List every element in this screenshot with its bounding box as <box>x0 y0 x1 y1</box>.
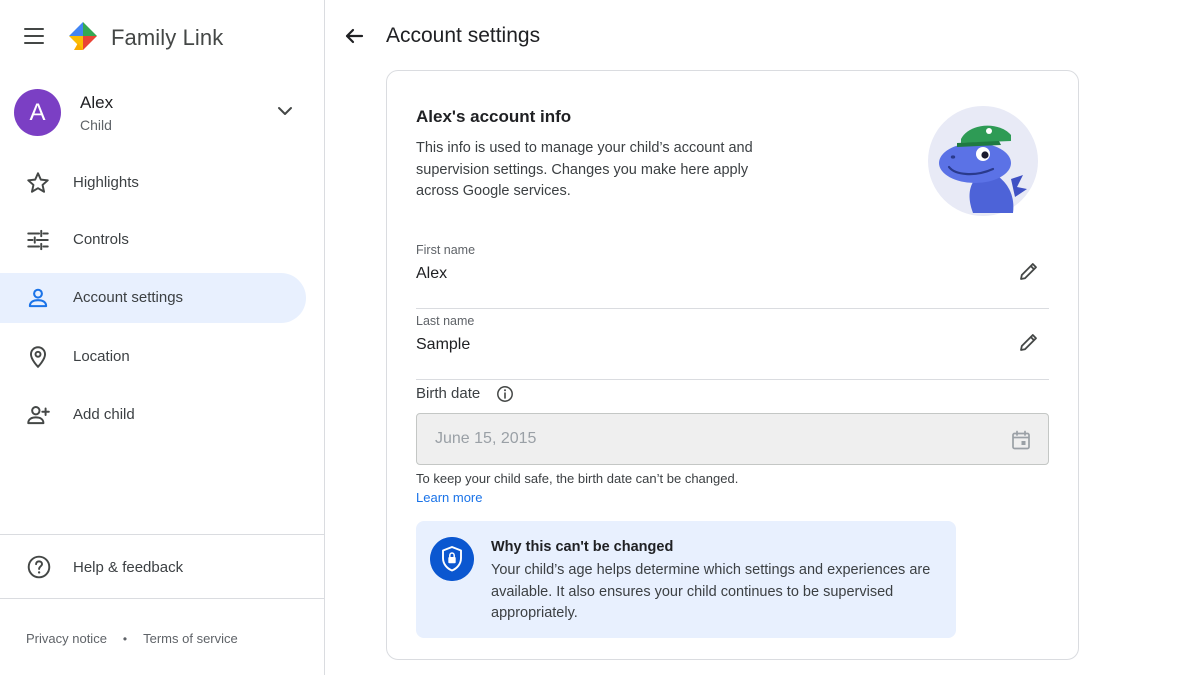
edit-pencil-icon[interactable] <box>1017 330 1041 354</box>
notice-title: Why this can't be changed <box>491 539 674 555</box>
sidebar-item-add-child[interactable]: Add child <box>0 390 306 440</box>
last-name-field: Last name Sample <box>416 314 1049 380</box>
dinosaur-mascot-illustration <box>928 106 1038 216</box>
child-profile-switcher[interactable]: A Alex Child <box>0 82 325 146</box>
help-circle-icon <box>27 555 51 579</box>
sidebar-item-location[interactable]: Location <box>0 332 306 382</box>
profile-role: Child <box>80 117 112 133</box>
arrow-back-icon[interactable] <box>340 22 368 50</box>
chevron-down-icon[interactable] <box>276 102 294 120</box>
sidebar-item-label: Account settings <box>73 289 184 306</box>
help-feedback-label: Help & feedback <box>73 559 184 576</box>
sidebar-item-label: Highlights <box>73 174 139 191</box>
sidebar-item-controls[interactable]: Controls <box>0 215 306 265</box>
page-title: Account settings <box>386 24 541 47</box>
person-icon <box>28 288 48 308</box>
notice-body: Your child’s age helps determine which s… <box>491 562 931 621</box>
first-name-field: First name Alex <box>416 243 1049 309</box>
birth-date-field <box>416 413 1049 465</box>
star-icon <box>27 172 49 193</box>
help-feedback-link[interactable]: Help & feedback <box>0 543 324 591</box>
profile-name: Alex <box>80 93 114 112</box>
sidebar-item-label: Controls <box>73 231 129 248</box>
sidebar-item-highlights[interactable]: Highlights <box>0 158 306 208</box>
sidebar-item-label: Add child <box>73 406 135 423</box>
app-brand-name: Family Link <box>111 25 224 50</box>
birth-date-hint: To keep your child safe, the birth date … <box>416 471 739 486</box>
field-value: Sample <box>416 336 471 353</box>
card-title: Alex's account info <box>416 107 572 126</box>
field-label: Last name <box>416 314 475 328</box>
location-pin-icon <box>29 346 47 369</box>
sidebar-item-account-settings[interactable]: Account settings <box>0 273 306 323</box>
field-value: Alex <box>416 265 448 282</box>
sidebar: Family Link A Alex Child Highlights Cont… <box>0 0 325 675</box>
birth-date-notice: Why this can't be changed Your child’s a… <box>416 521 956 638</box>
shield-lock-icon <box>430 537 474 581</box>
family-link-logo <box>69 22 97 50</box>
account-info-card: Alex's account info This info is used to… <box>386 70 1079 660</box>
birth-date-label: Birth date <box>416 385 481 402</box>
footer-links: Privacy notice • Terms of service <box>26 631 238 646</box>
app-header: Family Link <box>0 0 325 76</box>
privacy-notice-link[interactable]: Privacy notice <box>26 631 107 646</box>
sliders-icon <box>27 229 49 251</box>
birth-date-input <box>435 428 995 450</box>
sidebar-item-label: Location <box>73 348 130 365</box>
calendar-icon <box>1012 430 1030 450</box>
info-icon[interactable] <box>496 385 514 403</box>
learn-more-link[interactable]: Learn more <box>416 490 482 505</box>
sidebar-divider <box>0 534 324 535</box>
footer-separator: • <box>122 632 128 646</box>
field-label: First name <box>416 243 476 257</box>
person-add-icon <box>27 406 50 425</box>
sidebar-divider <box>0 598 324 599</box>
edit-pencil-icon[interactable] <box>1017 259 1041 283</box>
terms-of-service-link[interactable]: Terms of service <box>143 631 238 646</box>
card-description: This info is used to manage your child’s… <box>416 140 753 199</box>
hamburger-menu-icon[interactable] <box>20 22 48 50</box>
avatar: A <box>14 89 61 136</box>
